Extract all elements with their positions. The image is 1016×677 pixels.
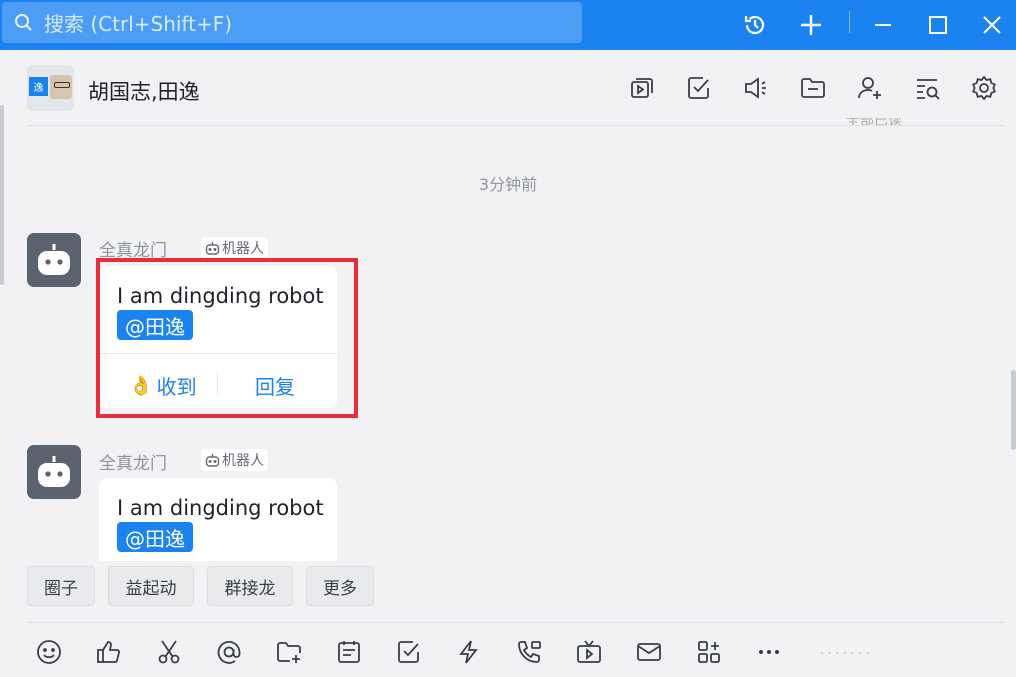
time-divider: 3分钟前 [478,175,538,194]
bot-avatar[interactable] [27,445,81,499]
at-icon[interactable] [211,634,247,670]
mark-all-read-link[interactable]: 全部已读 [846,118,902,128]
plus-icon[interactable] [794,8,828,42]
scissors-icon[interactable] [151,634,187,670]
robot-tag-label: 机器人 [222,241,264,257]
maximize-icon[interactable] [921,8,955,42]
chip-more[interactable]: 更多 [306,566,374,606]
robot-tag: 机器人 [201,449,268,471]
robot-tag-label: 机器人 [222,453,264,469]
mail-icon[interactable] [631,634,667,670]
phone-icon[interactable] [511,634,547,670]
video-folder-icon[interactable] [626,72,658,104]
robot-tag-icon [205,454,220,467]
folder-icon[interactable] [797,72,829,104]
minimize-icon[interactable] [866,8,900,42]
chip-group-chain[interactable]: 群接龙 [207,566,293,606]
left-panel-edge [0,105,4,285]
highlight-box [96,258,358,418]
scrollbar-thumb[interactable] [1011,370,1016,450]
emoji-icon[interactable] [31,634,67,670]
settings-icon[interactable] [968,72,1000,104]
bot-avatar[interactable] [27,233,81,287]
chip-circle[interactable]: 圈子 [27,566,95,606]
announcement-icon[interactable] [740,72,772,104]
search-placeholder: 搜索 (Ctrl+Shift+F) [44,12,233,36]
folder-plus-icon[interactable] [271,634,307,670]
chip-charity[interactable]: 益起动 [108,566,194,606]
thumbs-up-icon[interactable] [91,634,127,670]
mention-tag[interactable]: @田逸 [117,522,193,552]
sender-name: 全真龙门 [99,454,167,474]
more-icon[interactable] [751,634,787,670]
history-icon[interactable] [738,8,772,42]
group-avatar[interactable]: 逸 [27,65,74,111]
robot-icon [38,244,70,275]
toolbar-divider [27,622,1005,623]
todo-icon[interactable] [391,634,427,670]
calendar-icon[interactable] [331,634,367,670]
search-icon [15,13,32,31]
search-history-icon[interactable] [911,72,943,104]
search-box[interactable]: 搜索 (Ctrl+Shift+F) [2,2,582,43]
member-photo [50,75,72,99]
close-icon[interactable] [975,8,1009,42]
robot-icon [38,456,70,487]
message-text: I am dingding robot [117,496,324,520]
header-divider [27,125,1005,126]
robot-tag: 机器人 [201,237,268,259]
chat-title[interactable]: 胡国志,田逸 [88,76,200,106]
live-tv-icon[interactable] [571,634,607,670]
title-bar: 搜索 (Ctrl+Shift+F) [0,0,1016,50]
flash-icon[interactable] [451,634,487,670]
robot-tag-icon [205,242,220,255]
apps-icon[interactable] [691,634,727,670]
avatar-badge: 逸 [29,77,48,96]
todo-check-icon[interactable] [683,72,715,104]
add-member-icon[interactable] [854,72,886,104]
title-divider [849,11,850,33]
watermark-icon: · · · · · · · [820,646,870,660]
